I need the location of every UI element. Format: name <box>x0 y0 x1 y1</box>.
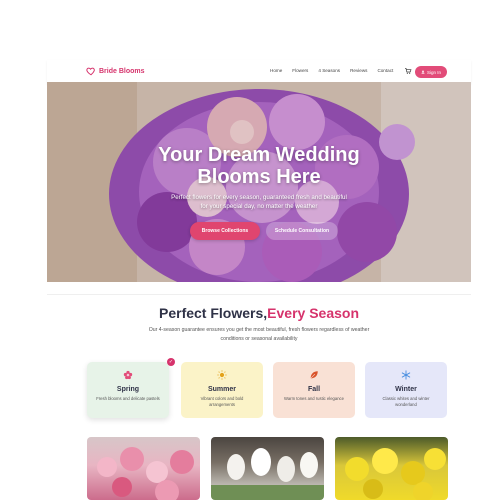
season-name: Fall <box>307 386 321 393</box>
navbar: Bride Blooms Home Flowers 4 Seasons Revi… <box>47 60 471 84</box>
season-card-winter[interactable]: Winter Classic whites and winter wonderl… <box>365 362 447 418</box>
browse-collections-button[interactable]: Browse Collections <box>190 222 260 240</box>
flower-icon <box>123 370 133 380</box>
cherry-blossom-image <box>97 447 194 500</box>
selected-check-icon: ✓ <box>167 358 175 366</box>
season-desc: Warm tones and rustic elegance <box>284 396 344 401</box>
season-card-fall[interactable]: Fall Warm tones and rustic elegance <box>273 362 355 418</box>
brand-name: Bride Blooms <box>99 67 145 75</box>
sign-in-label: Sign In <box>426 69 441 75</box>
hero-title: Your Dream Wedding Blooms Here <box>47 144 471 188</box>
season-desc: Vibrant colors and bold arrangements <box>200 396 244 407</box>
hero-title-line2: Blooms Here <box>197 166 321 188</box>
season-card-summer[interactable]: Summer Vibrant colors and bold arrangeme… <box>181 362 263 418</box>
schedule-consultation-button[interactable]: Schedule Consultation <box>266 222 338 240</box>
yellow-flowers-image <box>345 448 446 500</box>
gallery-photo-fall[interactable] <box>335 437 448 500</box>
nav-links: Home Flowers 4 Seasons Reviews Contact <box>270 68 393 73</box>
hero-title-line1: Your Dream Wedding <box>158 144 360 166</box>
page: Bride Blooms Home Flowers 4 Seasons Revi… <box>47 60 471 500</box>
season-card-spring[interactable]: Spring Fresh blooms and delicate pastels <box>87 362 169 418</box>
snowflake-icon <box>401 370 411 380</box>
nav-link-contact[interactable]: Contact <box>377 68 393 73</box>
nav-link-home[interactable]: Home <box>270 68 282 73</box>
nav-link-reviews[interactable]: Reviews <box>350 68 367 73</box>
season-cards: Spring Fresh blooms and delicate pastels… <box>87 362 449 418</box>
section-description: Our 4-season guarantee ensures you get t… <box>148 327 370 342</box>
season-desc: Classic whites and winter wonderland <box>382 396 430 407</box>
flower-gallery <box>87 437 449 500</box>
sign-in-button[interactable]: Sign In <box>415 66 447 78</box>
season-name: Winter <box>395 386 417 393</box>
leaf-icon <box>310 371 318 379</box>
season-name: Summer <box>207 386 236 393</box>
gallery-photo-summer[interactable] <box>211 437 324 500</box>
nav-link-4-seasons[interactable]: 4 Seasons <box>318 68 340 73</box>
sun-icon <box>217 370 227 380</box>
section-title-part1: Perfect Flowers, <box>159 305 268 321</box>
season-desc: Fresh blooms and delicate pastels <box>96 396 160 401</box>
nav-link-flowers[interactable]: Flowers <box>292 68 308 73</box>
gallery-photo-spring[interactable] <box>87 437 200 500</box>
section-divider <box>47 294 471 295</box>
section-title-part2: Every Season <box>267 305 359 321</box>
heart-icon <box>86 67 95 76</box>
section-title: Perfect Flowers,Every Season <box>47 305 471 321</box>
user-icon <box>421 70 425 74</box>
hero-section: Your Dream Wedding Blooms Here Perfect f… <box>47 82 471 282</box>
season-name: Spring <box>116 386 140 393</box>
hero-subtitle: Perfect flowers for every season, guaran… <box>171 194 347 210</box>
brand-logo[interactable]: Bride Blooms <box>86 66 145 76</box>
cart-icon[interactable] <box>404 67 412 75</box>
white-tulips-image <box>211 448 324 500</box>
